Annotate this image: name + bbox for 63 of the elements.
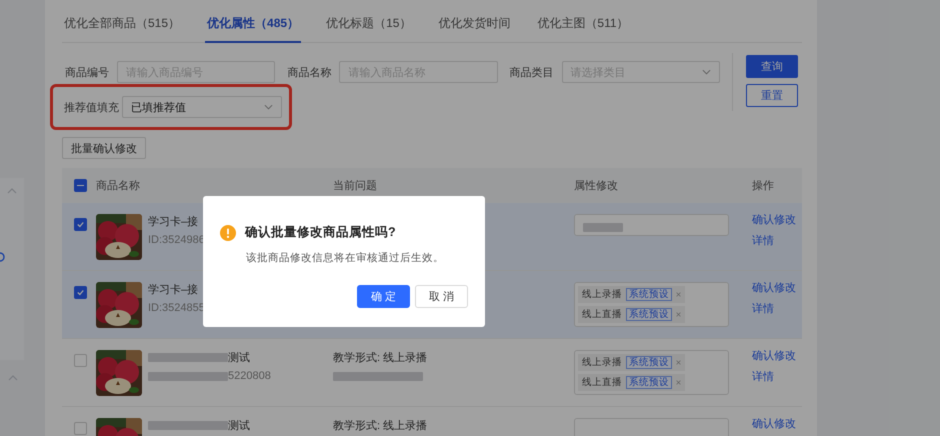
- batch-confirm-button[interactable]: 批量确认修改: [62, 137, 146, 159]
- preset-badge: 系统预设: [626, 288, 672, 301]
- chevron-down-icon: [702, 69, 711, 75]
- attribute-field[interactable]: [574, 214, 729, 236]
- tab[interactable]: 优化属性（485）: [205, 15, 302, 43]
- tab[interactable]: 优化发货时间: [436, 15, 512, 43]
- issue-text: 教学形式: 线上录播: [333, 351, 428, 365]
- field-label: 商品编号: [65, 66, 109, 80]
- row-checkbox[interactable]: [74, 218, 87, 231]
- caret-up-icon[interactable]: [7, 188, 17, 194]
- column-header: 操作: [752, 180, 774, 192]
- tag-label: 线上录播: [582, 288, 622, 301]
- select-all-checkbox[interactable]: [74, 179, 87, 192]
- query-button[interactable]: 查询: [746, 55, 798, 78]
- close-icon[interactable]: [676, 379, 681, 386]
- tab[interactable]: 优化主图（511）: [535, 15, 631, 43]
- close-icon[interactable]: [676, 291, 681, 298]
- tab[interactable]: 优化标题（15）: [324, 15, 414, 43]
- product-name: 测试: [228, 351, 250, 365]
- row-checkbox[interactable]: [74, 286, 87, 299]
- product-id: 5220808: [228, 370, 271, 382]
- field-label: 推荐值填充: [64, 100, 119, 114]
- attribute-field[interactable]: [574, 418, 729, 436]
- preset-badge: 系统预设: [626, 308, 672, 321]
- action-link[interactable]: 详情: [752, 301, 802, 316]
- confirm-button[interactable]: 确 定: [357, 285, 410, 308]
- field-label: 商品类目: [510, 66, 554, 80]
- action-link[interactable]: 确认修改: [752, 348, 802, 363]
- field-label: 商品名称: [287, 66, 332, 80]
- action-link[interactable]: 确认修改: [752, 416, 802, 431]
- caret-up-icon[interactable]: [8, 375, 18, 381]
- reset-button[interactable]: 重置: [746, 84, 798, 107]
- close-icon[interactable]: [676, 359, 681, 366]
- product-name: 学习卡–接: [148, 282, 198, 297]
- checkmark-icon: [76, 288, 85, 297]
- checkmark-icon: [76, 220, 85, 229]
- select-field[interactable]: 已填推荐值: [122, 96, 282, 118]
- tab[interactable]: 优化全部商品（515）: [62, 15, 182, 43]
- product-id: ID:3524855: [148, 302, 205, 314]
- action-link[interactable]: 确认修改: [752, 280, 802, 295]
- action-link[interactable]: 确认修改: [752, 212, 802, 227]
- product-name: 学习卡–接: [148, 214, 198, 229]
- column-header: 当前问题: [333, 180, 377, 192]
- cancel-button[interactable]: 取 消: [415, 285, 468, 308]
- column-header: 商品名称: [96, 180, 140, 192]
- tag-label: 线上直播: [582, 308, 622, 321]
- dialog-title: 确认批量修改商品属性吗?: [245, 224, 396, 241]
- attribute-field[interactable]: 线上录播 系统预设 线上直播 系统预设: [574, 350, 729, 395]
- preset-badge: 系统预设: [626, 376, 672, 389]
- close-icon[interactable]: [676, 311, 681, 318]
- dialog-message: 该批商品修改信息将在审核通过后生效。: [246, 251, 445, 265]
- issue-text: 教学形式: 线上录播: [333, 419, 428, 433]
- chevron-down-icon: [264, 104, 273, 110]
- action-link[interactable]: 详情: [752, 369, 802, 384]
- product-name: 测试: [228, 419, 250, 433]
- action-link[interactable]: 详情: [752, 233, 802, 248]
- tag-label: 线上录播: [582, 356, 622, 369]
- preset-badge: 系统预设: [626, 356, 672, 369]
- column-header: 属性修改: [574, 180, 618, 192]
- product-id: ID:3524986: [148, 234, 205, 246]
- warning-icon: [220, 224, 236, 240]
- tag-label: 线上直播: [582, 376, 622, 389]
- attribute-field[interactable]: 线上录播 系统预设 线上直播 系统预设: [574, 282, 729, 327]
